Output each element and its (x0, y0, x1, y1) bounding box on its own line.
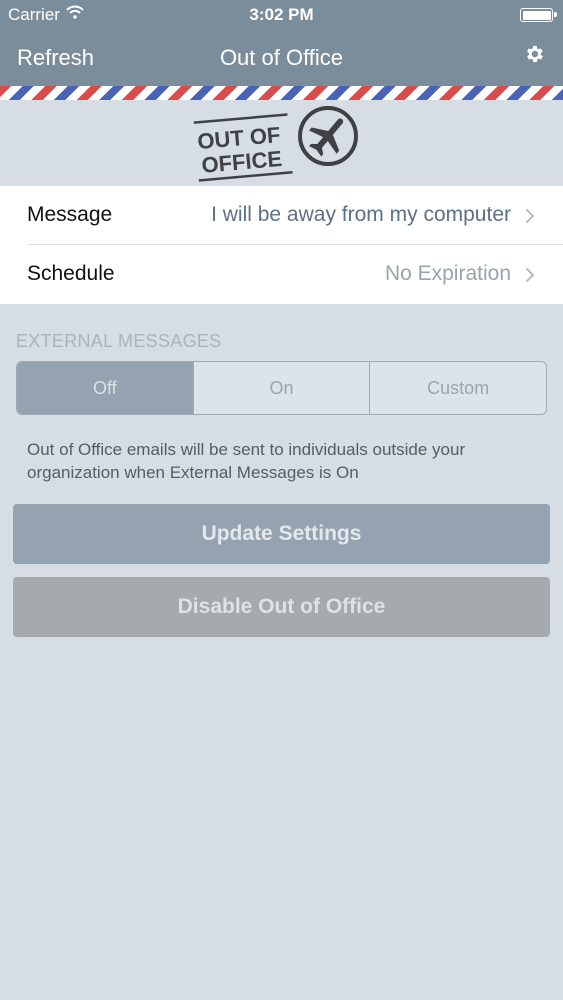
out-of-office-logo: OUT OF OFFICE (193, 106, 358, 182)
schedule-label: Schedule (27, 262, 115, 285)
airplane-icon (298, 106, 358, 166)
gear-icon[interactable] (523, 43, 545, 65)
settings-card: Message I will be away from my computer … (0, 186, 563, 304)
external-messages-header: EXTERNAL MESSAGES (16, 331, 222, 351)
message-label: Message (27, 203, 113, 226)
schedule-row[interactable]: Schedule No Expiration (0, 245, 563, 304)
external-messages-description: Out of Office emails will be sent to ind… (27, 440, 466, 482)
airmail-stripe (0, 86, 563, 100)
external-messages-segmented-control: Off On Custom (16, 361, 547, 415)
segment-on[interactable]: On (194, 362, 371, 414)
segment-off[interactable]: Off (17, 362, 194, 414)
disable-out-of-office-button[interactable]: Disable Out of Office (13, 577, 550, 637)
nav-bar: Refresh Out of Office (0, 30, 563, 86)
schedule-value: No Expiration (384, 262, 511, 285)
logo-area: OUT OF OFFICE (0, 100, 563, 186)
message-value: I will be away from my computer (211, 203, 511, 226)
chevron-right-icon (525, 208, 535, 224)
update-settings-button[interactable]: Update Settings (13, 504, 550, 564)
battery-icon (520, 8, 557, 22)
message-row[interactable]: Message I will be away from my computer (0, 186, 563, 245)
status-time: 3:02 PM (249, 5, 314, 24)
refresh-button[interactable]: Refresh (17, 45, 94, 71)
status-bar: Carrier 3:02 PM (0, 0, 563, 30)
chevron-right-icon (525, 267, 535, 283)
segment-custom[interactable]: Custom (370, 362, 546, 414)
